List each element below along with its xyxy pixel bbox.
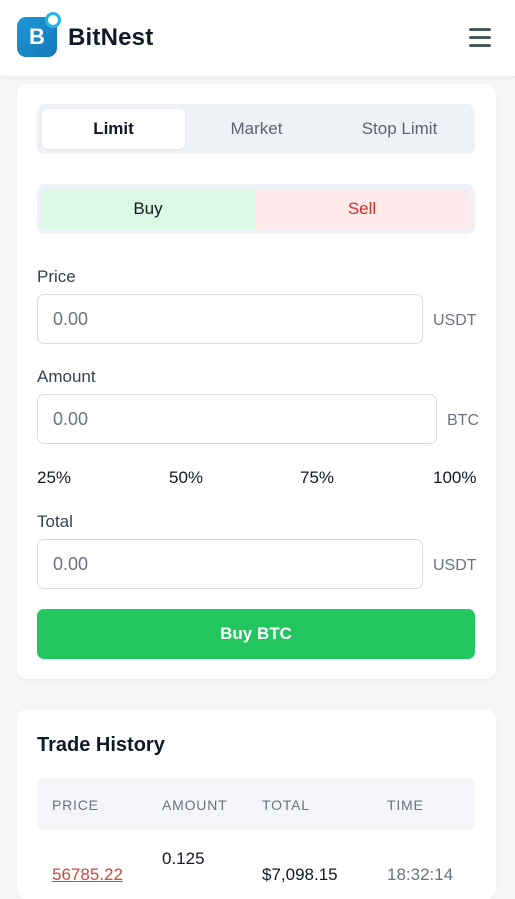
amount-unit: BTC [447,412,479,429]
total-label: Total [37,512,73,531]
percent-25-button[interactable]: 25% [37,468,71,488]
percent-50-button[interactable]: 50% [169,468,203,488]
logo-letter: B [29,24,45,49]
column-header-time: TIME [387,797,424,813]
brand-name: BitNest [68,24,154,51]
percent-100-button[interactable]: 100% [433,468,476,488]
price-unit: USDT [433,312,477,329]
trade-history-header: PRICE AMOUNT TOTAL TIME [37,779,475,829]
trade-history-title: Trade History [37,734,165,756]
percent-75-button[interactable]: 75% [300,468,334,488]
trade-price: 56785.22 [52,865,123,884]
trade-time: 18:32:14 [387,865,454,884]
buy-toggle-button[interactable]: Buy [41,189,255,229]
column-header-amount: AMOUNT [162,797,228,813]
buy-sell-toggle: Buy Sell [37,184,475,234]
price-label: Price [37,267,76,286]
column-header-price: PRICE [52,797,99,813]
column-header-total: TOTAL [262,797,310,813]
buy-btc-button[interactable]: Buy BTC [37,609,475,659]
order-type-tabs: Limit Market Stop Limit [37,104,475,154]
trade-history-card: Trade History PRICE AMOUNT TOTAL TIME 56… [17,709,496,899]
total-input[interactable]: 0.00 [37,539,423,589]
tab-market[interactable]: Market [185,109,328,149]
amount-label: Amount [37,367,96,386]
price-input[interactable]: 0.00 [37,294,423,344]
logo-dot-icon [45,12,61,28]
app-header: B BitNest [0,0,515,77]
tab-limit[interactable]: Limit [42,109,185,149]
hamburger-menu-icon[interactable] [466,25,494,49]
total-unit: USDT [433,557,477,574]
amount-input[interactable]: 0.00 [37,394,437,444]
tab-stop-limit[interactable]: Stop Limit [328,109,471,149]
sell-toggle-button[interactable]: Sell [255,189,469,229]
trade-amount: 0.125 [162,849,205,868]
order-form-card: Limit Market Stop Limit Buy Sell Price 0… [17,84,496,679]
trade-total: $7,098.15 [262,865,338,884]
